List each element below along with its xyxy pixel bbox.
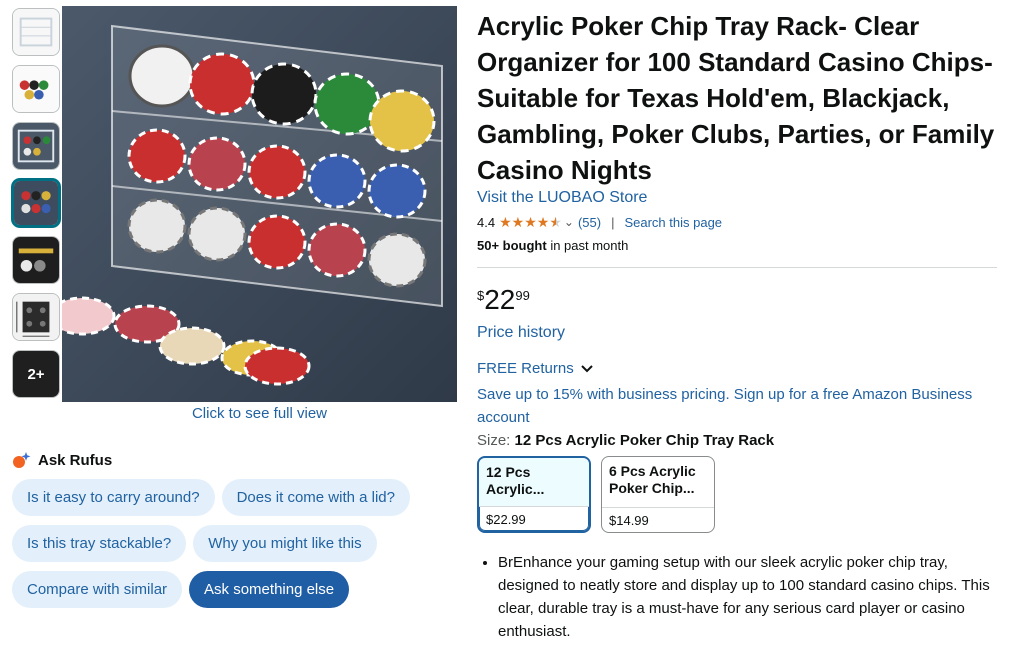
thumbnail-2[interactable] xyxy=(12,65,60,113)
product-details: Acrylic Poker Chip Tray Rack- Clear Orga… xyxy=(477,8,997,643)
more-images-button[interactable]: 2+ xyxy=(12,350,60,398)
size-value: 12 Pcs Acrylic Poker Chip Tray Rack xyxy=(514,432,775,449)
swatch-price: $14.99 xyxy=(602,507,714,532)
rufus-ask-something-else-button[interactable]: Ask something else xyxy=(189,571,350,608)
price-symbol: $ xyxy=(477,288,485,303)
star-icon: ★ xyxy=(499,214,512,230)
price-fraction: 99 xyxy=(515,288,530,303)
bought-count: 50+ bought in past month xyxy=(477,238,997,253)
feature-bullets: BrEnhance your gaming setup with our sle… xyxy=(477,551,997,643)
rating-number: 4.4 xyxy=(477,214,496,230)
star-half-icon: ★ xyxy=(549,214,562,230)
rufus-chip-stackable[interactable]: Is this tray stackable? xyxy=(12,525,187,562)
business-pricing-link[interactable]: Save up to 15% with business pricing. Si… xyxy=(477,383,997,429)
feature-bullet: BrEnhance your gaming setup with our sle… xyxy=(498,551,997,643)
rufus-chip-compare[interactable]: Compare with similar xyxy=(12,571,183,608)
chevron-down-icon xyxy=(580,364,593,372)
star-icon: ★ xyxy=(536,214,550,230)
rufus-chip-lid[interactable]: Does it come with a lid? xyxy=(221,479,410,516)
bought-count-rest: in past month xyxy=(546,238,629,253)
size-selection: Size: 12 Pcs Acrylic Poker Chip Tray Rac… xyxy=(477,432,997,449)
size-label: Size: xyxy=(477,432,511,449)
bought-count-bold: 50+ bought xyxy=(477,238,547,253)
more-images-label: 2+ xyxy=(27,365,45,383)
main-product-image[interactable] xyxy=(62,6,457,402)
price-whole: 22 xyxy=(484,284,516,315)
rufus-icon xyxy=(13,452,31,468)
separator: | xyxy=(611,214,615,230)
swatch-label: 12 Pcs Acrylic... xyxy=(479,458,589,506)
price: $ 22 99 xyxy=(477,286,997,314)
price-history-link[interactable]: Price history xyxy=(477,324,997,342)
rufus-question-chips: Is it easy to carry around? Does it come… xyxy=(12,479,452,617)
rufus-header: Ask Rufus xyxy=(12,451,112,469)
swatch-price: $22.99 xyxy=(479,506,589,531)
rufus-chip-why-like[interactable]: Why you might like this xyxy=(193,525,377,562)
free-returns-link[interactable]: FREE Returns xyxy=(477,360,997,377)
free-returns-label: FREE Returns xyxy=(477,360,574,377)
thumbnail-5[interactable] xyxy=(12,236,60,284)
size-swatch-6-pcs[interactable]: 6 Pcs Acrylic Poker Chip... $14.99 xyxy=(601,456,715,533)
star-rating[interactable]: ★ ★ ★ ★ ★ xyxy=(499,215,562,229)
thumbnail-4-selected[interactable] xyxy=(12,179,60,227)
thumbnail-6[interactable] xyxy=(12,293,60,341)
thumbnail-3[interactable] xyxy=(12,122,60,170)
divider xyxy=(477,267,997,268)
rating-row: 4.4 ★ ★ ★ ★ ★ ⌄ (55) | Search this page xyxy=(477,213,997,231)
size-swatches: 12 Pcs Acrylic... $22.99 6 Pcs Acrylic P… xyxy=(477,456,997,533)
star-icon: ★ xyxy=(524,214,537,230)
rufus-chip-easy-to-carry[interactable]: Is it easy to carry around? xyxy=(12,479,215,516)
search-this-page-link[interactable]: Search this page xyxy=(624,215,722,230)
store-link[interactable]: Visit the LUOBAO Store xyxy=(477,189,997,207)
swatch-label: 6 Pcs Acrylic Poker Chip... xyxy=(609,463,696,496)
rating-count-link[interactable]: (55) xyxy=(578,215,601,230)
thumbnail-1[interactable] xyxy=(12,8,60,56)
product-title: Acrylic Poker Chip Tray Rack- Clear Orga… xyxy=(477,11,995,185)
chevron-down-icon[interactable]: ⌄ xyxy=(564,215,574,229)
full-view-link[interactable]: Click to see full view xyxy=(62,405,457,422)
star-icon: ★ xyxy=(511,214,525,230)
rufus-title: Ask Rufus xyxy=(38,451,113,469)
size-swatch-12-pcs[interactable]: 12 Pcs Acrylic... $22.99 xyxy=(477,456,591,533)
thumbnail-strip: 2+ xyxy=(12,8,60,407)
